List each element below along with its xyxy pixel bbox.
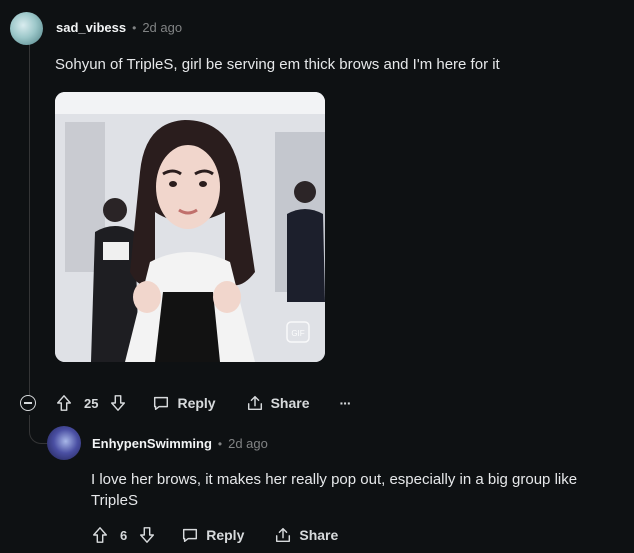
downvote-icon[interactable] (138, 526, 156, 544)
comment-action-bar: 25 Reply Share ··· (55, 394, 352, 412)
reply-button[interactable]: Reply (181, 526, 244, 544)
meta-separator: • (217, 436, 223, 451)
share-icon (274, 526, 292, 544)
reply-thread-connector (29, 415, 48, 444)
reply-body-line: I love her brows, it makes her really po… (91, 471, 578, 488)
reply-label: Reply (206, 527, 245, 543)
reply-timestamp[interactable]: 2d ago (228, 436, 268, 451)
comment-username[interactable]: sad_vibess (56, 20, 126, 35)
gif-badge: GIF (291, 329, 304, 338)
share-button[interactable]: Share (246, 394, 310, 412)
comment-icon (181, 526, 199, 544)
comment-icon (152, 394, 170, 412)
downvote-icon[interactable] (109, 394, 127, 412)
upvote-icon[interactable] (55, 394, 73, 412)
share-icon (246, 394, 264, 412)
reply-body: I love her brows, it makes her really po… (91, 469, 621, 511)
comment-timestamp[interactable]: 2d ago (142, 20, 182, 35)
meta-separator: • (132, 20, 137, 35)
reply-avatar[interactable] (47, 426, 81, 460)
more-options-button[interactable]: ··· (340, 395, 352, 411)
reply-meta: EnhypenSwimming • 2d ago (92, 436, 268, 451)
comment-meta: sad_vibess • 2d ago (56, 20, 182, 35)
share-label: Share (299, 527, 339, 543)
reply-action-bar: 6 Reply Share (91, 526, 338, 544)
thread-line (29, 44, 30, 395)
share-label: Share (270, 395, 310, 411)
comment-body: Sohyun of TripleS, girl be serving em th… (55, 56, 500, 73)
vote-count: 25 (84, 395, 99, 411)
upvote-icon[interactable] (91, 526, 109, 544)
share-button[interactable]: Share (274, 526, 338, 544)
reply-body-line: TripleS (91, 492, 138, 509)
vote-group: 6 (91, 526, 156, 544)
reply-username[interactable]: EnhypenSwimming (92, 436, 212, 451)
reply-label: Reply (177, 395, 216, 411)
reply-button[interactable]: Reply (152, 394, 216, 412)
vote-count: 6 (120, 527, 128, 543)
gif-frame: GIF (55, 92, 325, 362)
comment-media-gif[interactable]: GIF (55, 92, 325, 362)
avatar[interactable] (10, 12, 43, 45)
vote-group: 25 (55, 394, 127, 412)
collapse-thread-button[interactable] (20, 395, 36, 411)
